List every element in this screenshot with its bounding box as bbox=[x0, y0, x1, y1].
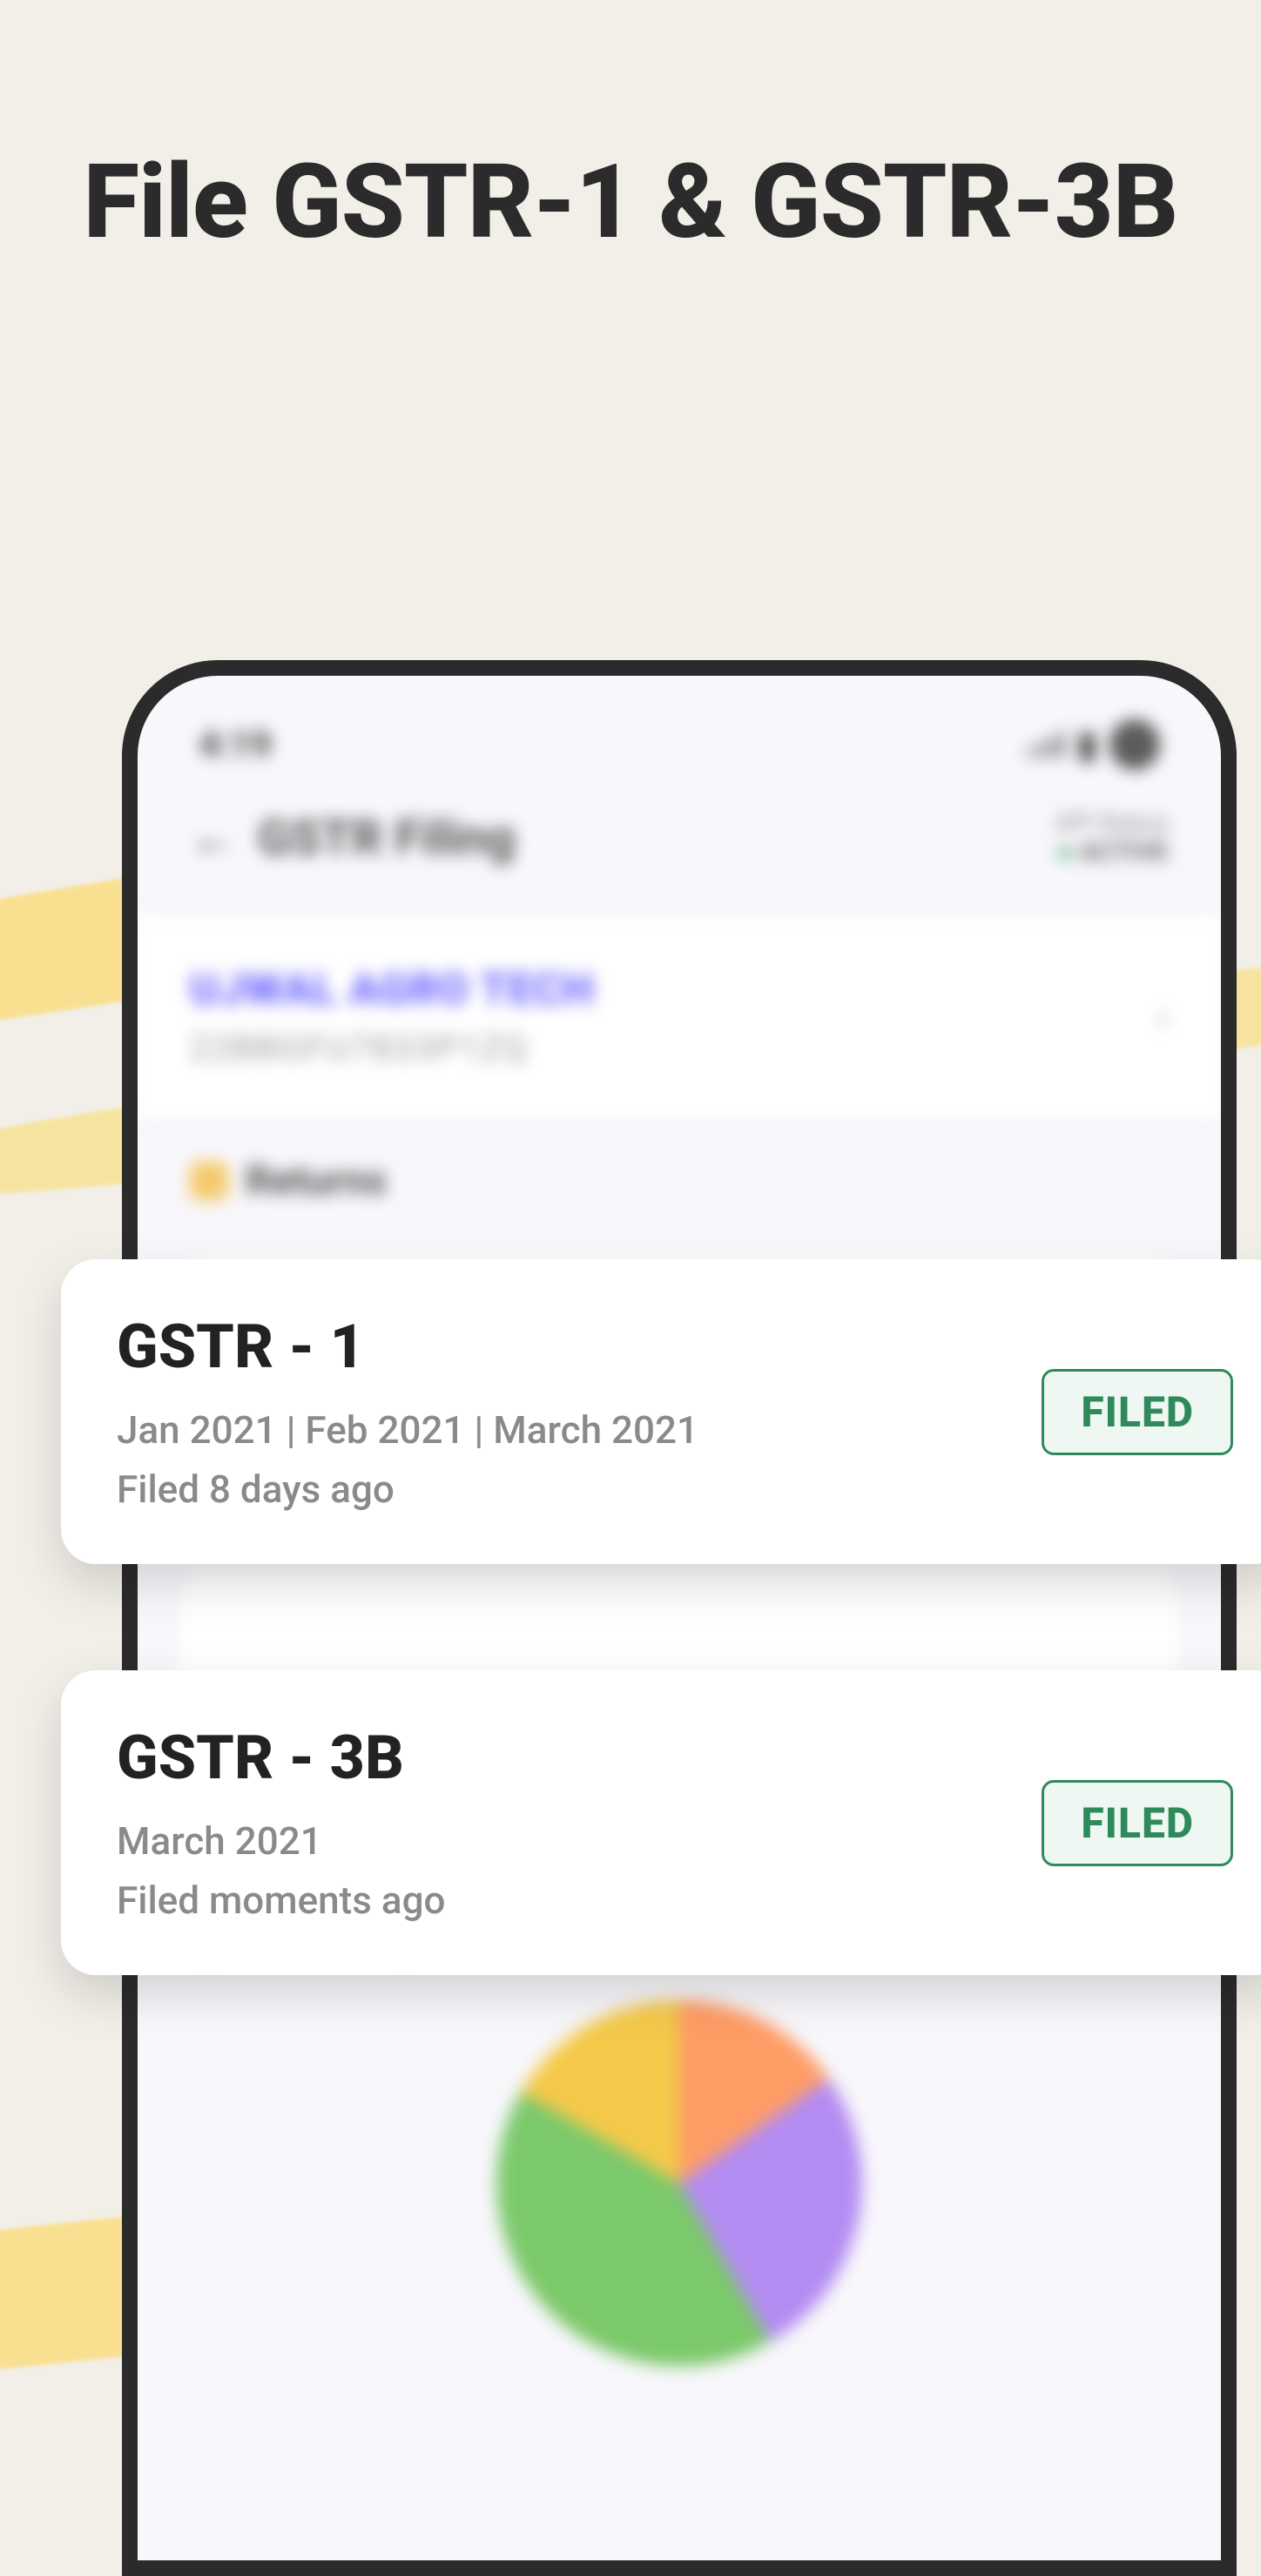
statusbar: 4:19 ▮ bbox=[138, 684, 1221, 787]
return-name: GSTR - 1 bbox=[117, 1312, 698, 1383]
statusbar-time: 4:19 bbox=[199, 724, 272, 766]
status-badge: FILED bbox=[1042, 1369, 1233, 1455]
return-card-gstr3b[interactable]: GSTR - 3B March 2021 Filed moments ago F… bbox=[61, 1670, 1261, 1975]
return-period: March 2021 bbox=[117, 1818, 446, 1864]
back-icon[interactable]: ← bbox=[190, 811, 237, 866]
api-status: API Status ● ACTIVE bbox=[1055, 808, 1169, 867]
status-badge: FILED bbox=[1042, 1780, 1233, 1866]
app-bar: ← GSTR Filing API Status ● ACTIVE bbox=[138, 787, 1221, 911]
returns-icon bbox=[190, 1162, 228, 1200]
phone-frame: 4:19 ▮ ← GSTR Filing API Status ● ACTIVE… bbox=[122, 660, 1237, 2576]
battery-icon: ▮ bbox=[1077, 723, 1097, 766]
appbar-title: GSTR Filing bbox=[258, 809, 516, 867]
return-period: Jan 2021 | Feb 2021 | March 2021 bbox=[117, 1407, 698, 1453]
page-title: File GSTR-1 & GSTR-3B bbox=[0, 131, 1261, 274]
avatar bbox=[1109, 719, 1160, 770]
api-status-value: ACTIVE bbox=[1079, 837, 1169, 867]
return-filed-ago: Filed 8 days ago bbox=[117, 1467, 698, 1512]
company-name: UJWAL AGRO TECH bbox=[190, 965, 595, 1015]
return-filed-ago: Filed moments ago bbox=[117, 1878, 446, 1923]
chevron-right-icon: › bbox=[1156, 994, 1169, 1041]
section-returns: Returns bbox=[138, 1123, 1221, 1222]
section-returns-label: Returns bbox=[246, 1157, 387, 1204]
signal-icon bbox=[1028, 732, 1065, 758]
company-selector[interactable]: UJWAL AGRO TECH 22BBGFU7833P1ZQ › bbox=[138, 911, 1221, 1123]
status-dot-icon: ● bbox=[1056, 837, 1072, 867]
api-status-label: API Status bbox=[1055, 808, 1169, 837]
phone-screen-blurred: 4:19 ▮ ← GSTR Filing API Status ● ACTIVE… bbox=[138, 676, 1221, 2560]
company-gstin: 22BBGFU7833P1ZQ bbox=[190, 1028, 595, 1069]
return-card-gstr1[interactable]: GSTR - 1 Jan 2021 | Feb 2021 | March 202… bbox=[61, 1259, 1261, 1564]
statusbar-right: ▮ bbox=[1028, 719, 1160, 770]
return-name: GSTR - 3B bbox=[117, 1723, 446, 1794]
reconciliation-pie-chart bbox=[496, 2000, 862, 2366]
